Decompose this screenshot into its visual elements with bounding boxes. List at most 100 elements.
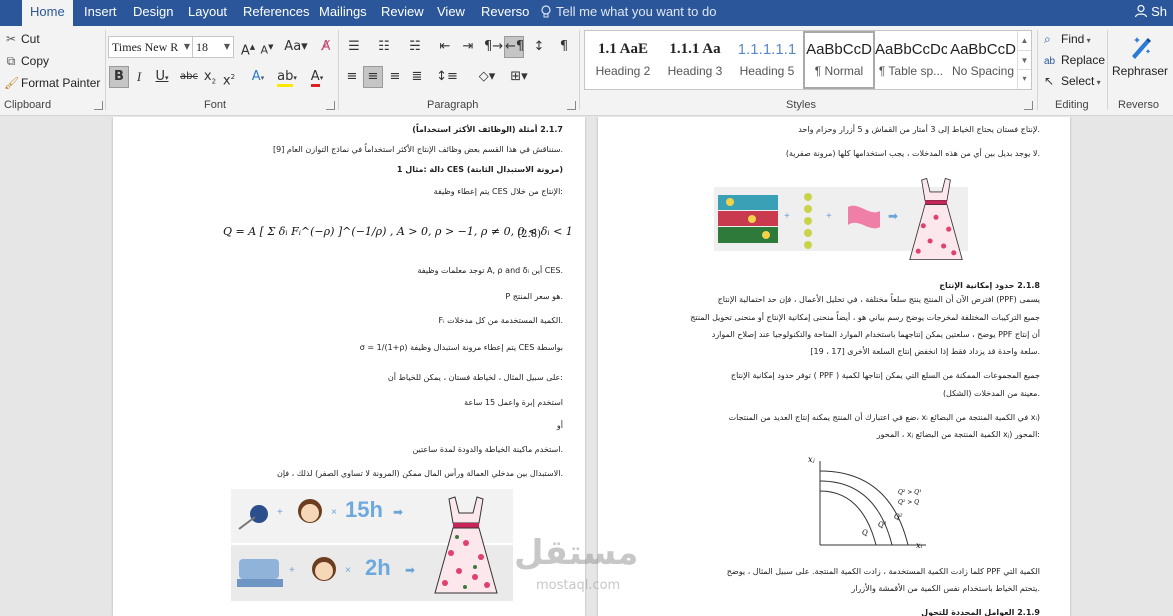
style-name: Heading 5 — [739, 64, 795, 78]
change-case-icon[interactable]: Aa▾ — [282, 36, 310, 58]
chevron-down-icon[interactable]: ▼ — [1018, 50, 1031, 69]
style-heading-2[interactable]: 1.1 AaE Heading 2 — [587, 31, 659, 89]
replace-button[interactable]: ab Replace — [1044, 53, 1105, 67]
rephraser-button[interactable]: Rephraser — [1110, 30, 1170, 84]
styles-launcher[interactable] — [1024, 101, 1033, 110]
underline-icon[interactable]: U▾ — [150, 66, 174, 88]
borders-icon[interactable]: ⊞▾ — [506, 66, 532, 88]
highlight-icon[interactable]: ab▾ — [274, 66, 300, 88]
clipboard-launcher[interactable] — [94, 101, 103, 110]
hours-label: 15h — [345, 497, 383, 522]
italic-icon[interactable]: I — [131, 66, 147, 88]
tab-references[interactable]: References — [243, 0, 309, 26]
style-no-spacing[interactable]: AaBbCcD No Spacing — [947, 31, 1019, 89]
shrink-font-icon[interactable]: A▼ — [258, 36, 276, 58]
dress-icon — [909, 177, 963, 261]
paragraph: استخدم إبرة واعمل 15 ساعة — [464, 398, 563, 407]
align-right-icon[interactable]: ≡ — [385, 66, 405, 88]
styles-gallery: 1.1 AaE Heading 2 1.1.1 Aa Heading 3 1.1… — [584, 30, 1032, 90]
sort-icon[interactable]: ↕ — [530, 36, 548, 58]
format-painter-button[interactable]: 🖌 Format Painter — [4, 76, 100, 90]
cut-button[interactable]: ✂ Cut — [4, 32, 40, 46]
tab-insert[interactable]: Insert — [84, 0, 117, 26]
y-axis-label: xⱼ — [808, 455, 815, 464]
style-heading-3[interactable]: 1.1.1 Aa Heading 3 — [659, 31, 731, 89]
font-color-icon[interactable]: A▾ — [304, 66, 330, 88]
paragraph: جميع المجموعات الممكنة من السلع التي يمك… — [730, 371, 1040, 380]
paragraph: يسمى (PPF) افترض الآن أن المنتج ينتج سلع… — [717, 295, 1040, 304]
page-right[interactable]: .لإنتاج فستان يحتاج الخياط إلى 3 أمتار م… — [598, 117, 1070, 616]
paragraph-launcher[interactable] — [567, 101, 576, 110]
grow-font-icon[interactable]: A▲ — [238, 36, 258, 58]
person-icon — [1134, 4, 1148, 18]
chevron-up-icon[interactable]: ▲ — [1018, 31, 1031, 50]
font-launcher[interactable] — [326, 101, 335, 110]
reverso-group-label: Reverso — [1118, 99, 1159, 111]
style-heading-5[interactable]: 1.1.1.1.1 Heading 5 — [731, 31, 803, 89]
curve-relation: Q² > Q¹ — [898, 489, 922, 496]
text-effects-icon[interactable]: A▾ — [246, 66, 270, 88]
tab-view[interactable]: View — [437, 0, 465, 26]
font-name-select[interactable]: Times New R ▼ — [108, 36, 194, 58]
tab-home[interactable]: Home — [22, 0, 73, 26]
copy-button[interactable]: ⧉ Copy — [4, 54, 49, 69]
superscript-icon[interactable]: x2 — [221, 66, 237, 88]
styles-scroll[interactable]: ▲ ▼ ▾ — [1017, 31, 1031, 89]
tab-review[interactable]: Review — [381, 0, 424, 26]
tab-mailings[interactable]: Mailings — [319, 0, 367, 26]
rtl-icon[interactable]: ←¶ — [504, 36, 524, 58]
example-heading: (مرونة الاستبدال الثابتة) CES دالة :مثال… — [396, 165, 563, 174]
replace-label: Replace — [1061, 53, 1106, 67]
shading-icon[interactable]: ◇▾ — [474, 66, 500, 88]
decrease-indent-icon[interactable]: ⇤ — [436, 36, 454, 58]
tell-me-text: Tell me what you want to do — [556, 4, 717, 19]
font-size-select[interactable]: 18 ▼ — [192, 36, 234, 58]
style-name: ¶ Normal — [814, 64, 864, 78]
paragraph: .استخدم ماكينة الخياطة والدودة لمدة ساعت… — [412, 445, 563, 454]
subscript-icon[interactable]: x2 — [202, 66, 218, 88]
ribbon-home: ✂ Cut ⧉ Copy 🖌 Format Painter Clipboard Tim… — [0, 26, 1173, 116]
paragraph: (xᵢ في الكمية المنتجة من البضائع xᵢ ،ضع … — [728, 413, 1040, 422]
strikethrough-icon[interactable]: abc — [178, 66, 200, 88]
document-area[interactable]: 2.1.7 أمثلة (الوظائف الأكثر استخداماً) .… — [0, 117, 1173, 616]
clear-formatting-icon[interactable]: A̸ — [315, 36, 337, 58]
paragraph: .يتحتم الخياط باستخدام نفس الكمية من الأ… — [851, 584, 1040, 593]
share-button[interactable]: Sh — [1134, 0, 1167, 26]
justify-icon[interactable]: ≣ — [407, 66, 427, 88]
show-marks-icon[interactable]: ¶ — [555, 36, 573, 58]
magic-pen-icon — [1132, 37, 1151, 59]
equation-number: (2.8) — [517, 229, 541, 240]
ribbon-tab-bar: Home Insert Design Layout References Mai… — [0, 0, 1173, 26]
style-preview: 1.1.1 Aa — [669, 41, 721, 57]
select-button[interactable]: ↖ Select ▾ — [1044, 74, 1101, 88]
paragraph: .هو سعر المنتج P — [505, 292, 563, 301]
bullets-icon[interactable]: ☰ — [342, 36, 366, 58]
tab-reverso[interactable]: Reverso — [481, 0, 529, 26]
clipboard-group-label: Clipboard — [4, 99, 52, 111]
substitution-illustration: + × 15h ➡ + × 2h ➡ — [231, 489, 513, 601]
arrow-right-icon: ➡ — [888, 209, 899, 223]
ltr-icon[interactable]: ¶→ — [484, 36, 503, 58]
line-spacing-icon[interactable]: ↕≡ — [432, 66, 462, 88]
style-normal[interactable]: AaBbCcD ¶ Normal — [803, 31, 875, 89]
paragraph: :الإنتاج من خلال CES يتم إعطاء وظيفة — [433, 187, 563, 196]
tab-layout[interactable]: Layout — [188, 0, 227, 26]
increase-indent-icon[interactable]: ⇥ — [459, 36, 477, 58]
find-button[interactable]: ⌕ Find ▾ — [1044, 32, 1091, 47]
style-preview: AaBbCcDc — [875, 41, 947, 58]
more-styles-icon[interactable]: ▾ — [1018, 69, 1031, 87]
copy-label: Copy — [21, 54, 50, 68]
style-table-spacing[interactable]: AaBbCcDc ¶ Table sp... — [875, 31, 947, 89]
paragraph: أن إنتاج PPF يوضح ، سلعتين يمكن إنتاجهما… — [711, 330, 1040, 339]
rephraser-label: Rephraser — [1111, 64, 1169, 78]
tab-design[interactable]: Design — [133, 0, 173, 26]
tell-me-search[interactable]: Tell me what you want to do — [540, 0, 716, 26]
ppf-graph: xⱼ xᵢ Q Q¹ Q² Q² > Q¹ Q¹ > Q — [806, 455, 932, 553]
multilevel-list-icon[interactable]: ☵ — [402, 36, 428, 58]
align-center-icon[interactable]: ≡ — [363, 66, 383, 88]
bold-icon[interactable]: B — [109, 66, 129, 88]
font-group-label: Font — [204, 99, 227, 111]
numbering-icon[interactable]: ☷ — [372, 36, 396, 58]
align-left-icon[interactable]: ≡ — [342, 66, 362, 88]
paragraph: بواسطة CES يتم إعطاء مرونة استبدال وظيفة… — [359, 343, 563, 352]
